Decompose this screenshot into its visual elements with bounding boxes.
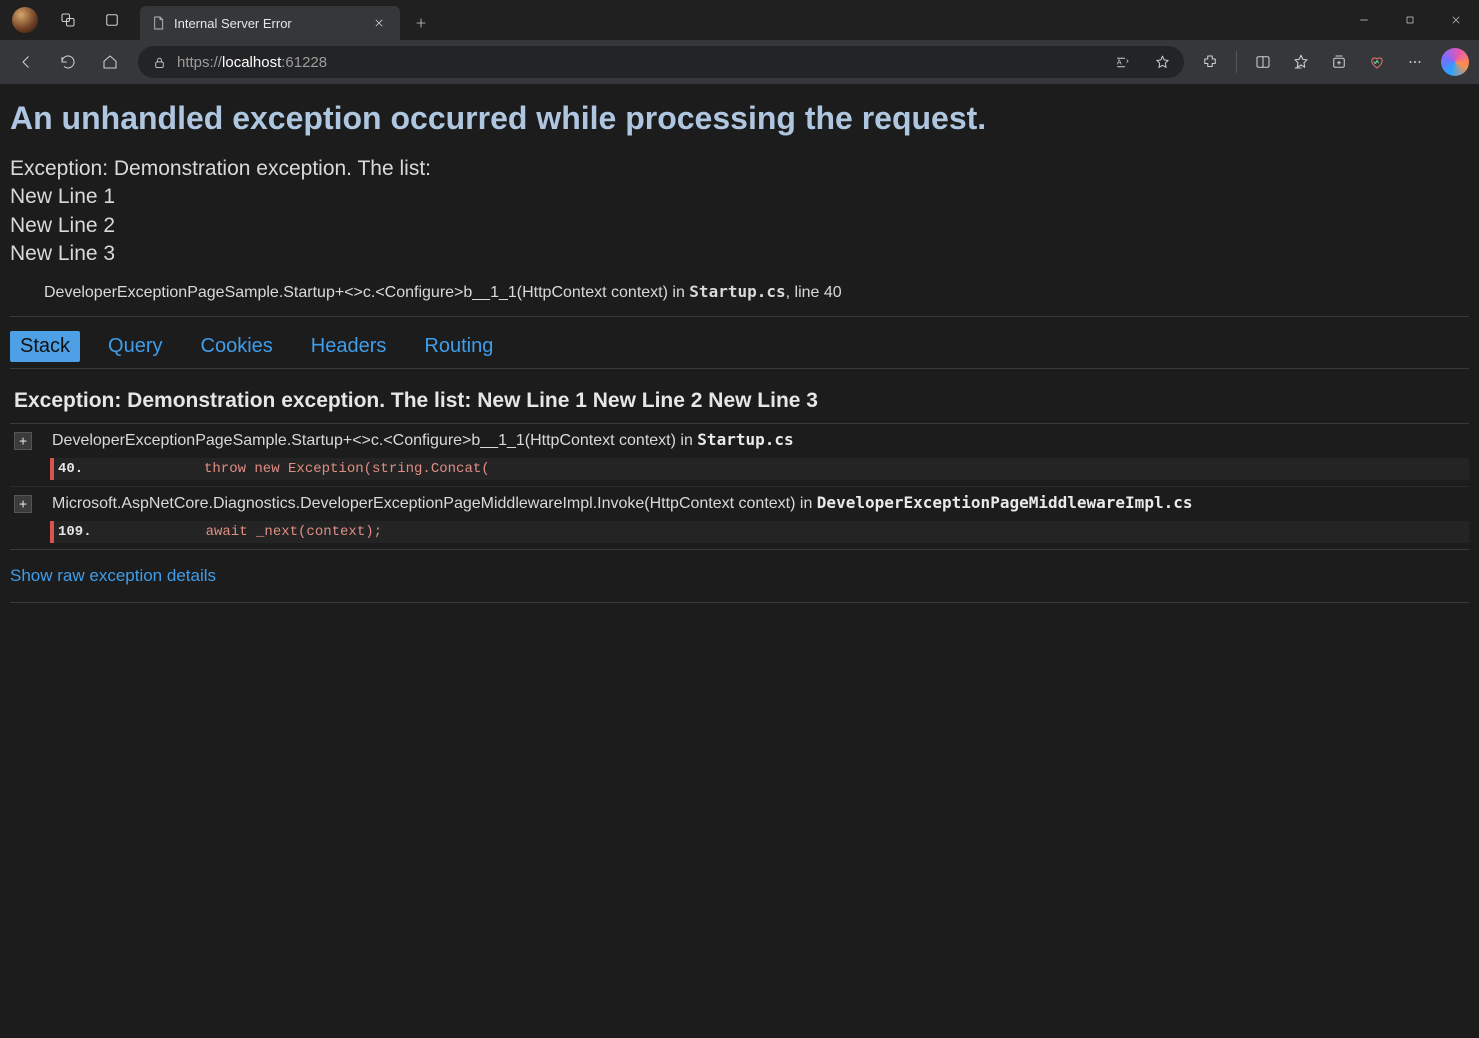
url-input[interactable]: https://localhost:61228 A [138,46,1184,78]
frame-location: Microsoft.AspNetCore.Diagnostics.Develop… [42,493,1192,513]
lock-icon [152,55,167,70]
exception-heading: Exception: Demonstration exception. The … [14,389,1469,413]
window-close-button[interactable] [1433,0,1479,40]
separator [10,602,1469,603]
expand-frame-button[interactable]: + [14,495,32,513]
tab-title: Internal Server Error [174,16,292,31]
frame-code-line: 109. await _next(context); [50,521,1469,543]
copilot-icon[interactable] [1441,48,1469,76]
code-text: await _next(context); [96,524,382,540]
code-text: throw new Exception(string.Concat( [94,461,490,477]
tab-routing[interactable]: Routing [414,331,503,362]
stack-frame: + DeveloperExceptionPageSample.Startup+<… [10,424,1469,487]
tab-cookies[interactable]: Cookies [191,331,283,362]
detail-tabs: Stack Query Cookies Headers Routing [10,323,1469,369]
workspaces-icon[interactable] [48,0,88,40]
exception-source: DeveloperExceptionPageSample.Startup+<>c… [10,282,1469,302]
window-minimize-button[interactable] [1341,0,1387,40]
reader-mode-icon[interactable]: A [1104,46,1140,78]
new-tab-button[interactable] [404,6,438,40]
address-bar: https://localhost:61228 A [0,40,1479,84]
window-maximize-button[interactable] [1387,0,1433,40]
extensions-icon[interactable] [1192,46,1228,78]
collections-icon[interactable] [1321,46,1357,78]
tab-stack[interactable]: Stack [10,331,80,362]
back-button[interactable] [6,44,46,80]
url-text: https://localhost:61228 [177,54,327,71]
stack-frames: + DeveloperExceptionPageSample.Startup+<… [10,423,1469,550]
tab-query[interactable]: Query [98,331,172,362]
titlebar: Internal Server Error [0,0,1479,40]
frame-code-line: 40. throw new Exception(string.Concat( [50,458,1469,480]
line-number: 40. [54,461,94,477]
page-title: An unhandled exception occurred while pr… [10,100,1469,137]
more-icon[interactable] [1397,46,1433,78]
tab-actions-icon[interactable] [92,0,132,40]
favorite-icon[interactable] [1144,46,1180,78]
refresh-button[interactable] [48,44,88,80]
page-content: An unhandled exception occurred while pr… [0,84,1479,1038]
favorites-list-icon[interactable] [1283,46,1319,78]
document-icon [150,15,166,31]
separator [10,316,1469,317]
expand-frame-button[interactable]: + [14,432,32,450]
split-screen-icon[interactable] [1245,46,1281,78]
tab-headers[interactable]: Headers [301,331,397,362]
show-raw-link[interactable]: Show raw exception details [10,566,216,586]
toolbar-divider [1236,51,1237,73]
performance-icon[interactable] [1359,46,1395,78]
exception-message: Exception: Demonstration exception. The … [10,155,1469,268]
browser-tab[interactable]: Internal Server Error [140,6,400,40]
stack-frame: + Microsoft.AspNetCore.Diagnostics.Devel… [10,487,1469,543]
profile-avatar[interactable] [12,7,38,33]
svg-text:A: A [1116,58,1121,66]
line-number: 109. [54,524,96,540]
frame-location: DeveloperExceptionPageSample.Startup+<>c… [42,430,794,450]
home-button[interactable] [90,44,130,80]
tab-close-button[interactable] [368,12,390,34]
